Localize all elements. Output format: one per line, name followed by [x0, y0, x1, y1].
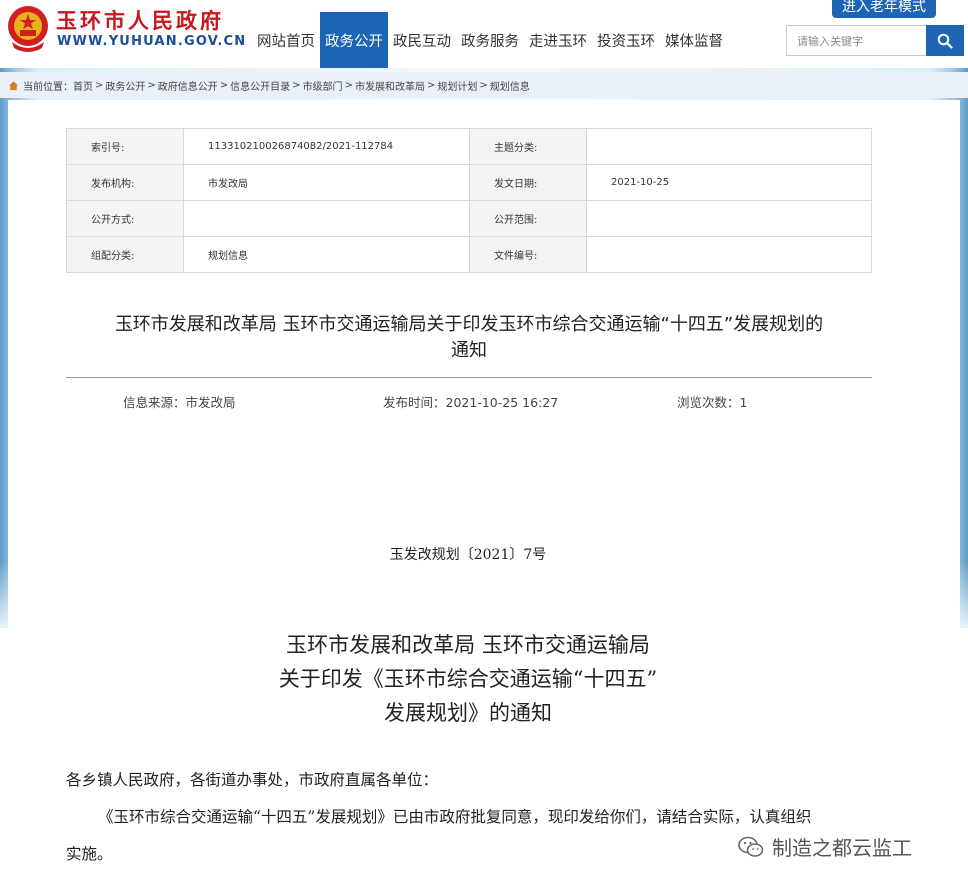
- notice-title-line: 关于印发《玉环市综合交通运输“十四五”: [278, 667, 658, 691]
- breadcrumb: 当前位置： 首页 > 政务公开 > 政府信息公开 > 信息公开目录 > 市级部门 > 市发…: [0, 72, 968, 98]
- breadcrumb-item[interactable]: 市发展和改革局: [355, 78, 425, 93]
- breadcrumb-item[interactable]: 政府信息公开: [158, 78, 218, 93]
- info-source-value: 市发改局: [185, 395, 236, 410]
- breadcrumb-prefix: 当前位置：: [23, 81, 73, 93]
- site-url: WWW.YUHUAN.GOV.CN: [57, 34, 247, 49]
- search-icon: [937, 33, 953, 49]
- meta-value: 市发改局: [183, 164, 470, 201]
- table-row: 发布机构: 市发改局 发文日期: 2021-10-25: [66, 164, 872, 201]
- info-views: 浏览次数：1: [677, 392, 747, 411]
- national-emblem-icon: [8, 6, 48, 52]
- search-input[interactable]: 请输入关键字: [786, 25, 926, 56]
- meta-label: 文件编号:: [469, 236, 587, 273]
- meta-label: 公开方式:: [66, 200, 184, 237]
- table-row: 组配分类: 规划信息 文件编号:: [66, 236, 872, 273]
- wechat-icon: [738, 836, 764, 857]
- article-title-line: 通知: [451, 340, 487, 361]
- article-title: 玉环市发展和改革局 玉环市交通运输局关于印发玉环市综合交通运输“十四五”发展规划…: [66, 312, 872, 364]
- nav-home[interactable]: 网站首页: [252, 12, 320, 68]
- meta-value: [586, 200, 872, 237]
- notice-title: 玉环市发展和改革局 玉环市交通运输局 关于印发《玉环市综合交通运输“十四五” 发…: [0, 628, 936, 730]
- breadcrumb-item[interactable]: 规划信息: [490, 78, 530, 93]
- meta-label: 公开范围:: [469, 200, 587, 237]
- nav-media[interactable]: 媒体监督: [660, 12, 728, 68]
- body-paragraph-line: 实施。: [66, 845, 113, 863]
- meta-value: 113310210026874082/2021-112784: [183, 128, 470, 165]
- breadcrumb-item[interactable]: 市级部门: [303, 78, 343, 93]
- meta-value: 2021-10-25: [586, 164, 872, 201]
- meta-label: 发文日期:: [469, 164, 587, 201]
- info-time: 发布时间：2021-10-25 16:27: [383, 392, 558, 411]
- breadcrumb-item[interactable]: 信息公开目录: [230, 78, 290, 93]
- info-views-label: 浏览次数：: [677, 395, 740, 410]
- table-row: 索引号: 113310210026874082/2021-112784 主题分类…: [66, 128, 872, 165]
- search-button[interactable]: [926, 25, 964, 56]
- info-views-value: 1: [739, 395, 748, 410]
- info-time-value: 2021-10-25 16:27: [445, 395, 559, 410]
- document-number: 玉发改规划〔2021〕7号: [389, 547, 547, 563]
- meta-value: [586, 236, 872, 273]
- watermark: 制造之都云监工: [738, 832, 912, 861]
- meta-value: 规划信息: [183, 236, 470, 273]
- elder-mode-button[interactable]: 进入老年模式: [832, 0, 936, 18]
- title-divider: [66, 377, 872, 378]
- table-row: 公开方式: 公开范围:: [66, 200, 872, 237]
- meta-label: 组配分类:: [66, 236, 184, 273]
- info-source: 信息来源：市发改局: [123, 392, 236, 411]
- nav-services[interactable]: 政务服务: [456, 12, 524, 68]
- main-nav: 网站首页 政务公开 政民互动 政务服务 走进玉环 投资玉环 媒体监督: [252, 12, 728, 68]
- meta-label: 索引号:: [66, 128, 184, 165]
- nav-about[interactable]: 走进玉环: [524, 12, 592, 68]
- meta-label: 主题分类:: [469, 128, 587, 165]
- breadcrumb-item[interactable]: 政务公开: [105, 78, 145, 93]
- salutation: 各乡镇人民政府，各街道办事处，市政府直属各单位：: [66, 771, 439, 789]
- article-title-line: 玉环市发展和改革局 玉环市交通运输局关于印发玉环市综合交通运输“十四五”发展规划…: [114, 314, 824, 335]
- nav-gov-affairs[interactable]: 政务公开: [320, 12, 388, 68]
- body-paragraph-line: 《玉环市综合交通运输“十四五”发展规划》已由市政府批复同意，现印发给你们，请结合…: [98, 808, 812, 826]
- info-source-label: 信息来源：: [123, 395, 186, 410]
- meta-label: 发布机构:: [66, 164, 184, 201]
- nav-investment[interactable]: 投资玉环: [592, 12, 660, 68]
- site-title[interactable]: 玉环市人民政府: [56, 5, 224, 35]
- breadcrumb-item[interactable]: 规划计划: [437, 78, 477, 93]
- location-icon: [8, 80, 19, 90]
- watermark-text: 制造之都云监工: [772, 836, 912, 860]
- meta-value: [183, 200, 470, 237]
- notice-title-line: 发展规划》的通知: [384, 701, 552, 725]
- meta-value: [586, 128, 872, 165]
- info-time-label: 发布时间：: [383, 395, 446, 410]
- metadata-table: 索引号: 113310210026874082/2021-112784 主题分类…: [66, 128, 872, 273]
- nav-interaction[interactable]: 政民互动: [388, 12, 456, 68]
- site-header: 玉环市人民政府 WWW.YUHUAN.GOV.CN 网站首页 政务公开 政民互动…: [0, 0, 968, 68]
- notice-title-line: 玉环市发展和改革局 玉环市交通运输局: [286, 633, 650, 657]
- breadcrumb-item[interactable]: 首页: [73, 78, 93, 93]
